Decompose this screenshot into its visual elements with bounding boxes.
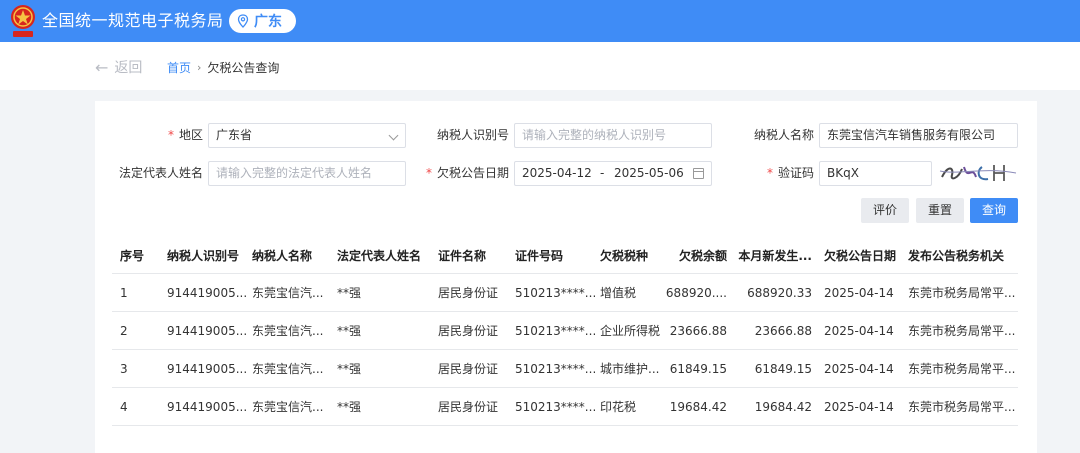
cell-cert-name: 居民身份证 bbox=[438, 324, 499, 338]
date-end[interactable]: 2025-05-06 bbox=[614, 162, 684, 185]
table-row[interactable]: 3 914419005... 东莞宝信汽... **强 居民身份证 510213… bbox=[112, 350, 1018, 388]
cell-new-this-month: 19684.42 bbox=[754, 399, 812, 414]
col-header-arrears-balance: 欠税余额 bbox=[678, 249, 727, 263]
col-header-notice-date: 欠税公告日期 bbox=[824, 249, 897, 263]
col-header-legal-rep: 法定代表人姓名 bbox=[337, 249, 422, 263]
cell-cert-name: 居民身份证 bbox=[438, 286, 499, 300]
taxpayer-id-label: 纳税人识别号 bbox=[436, 128, 509, 142]
col-header-cert-name: 证件名称 bbox=[438, 249, 487, 263]
legal-rep-label: 法定代表人姓名 bbox=[118, 166, 203, 180]
cell-new-this-month: 23666.88 bbox=[754, 323, 812, 338]
breadcrumb-current: 欠税公告查询 bbox=[207, 61, 280, 75]
cell-new-this-month: 688920.33 bbox=[747, 285, 812, 300]
back-button[interactable]: ← 返回 bbox=[95, 57, 142, 77]
cell-index: 2 bbox=[120, 323, 128, 338]
query-card: * 地区 广东省 纳税人识别号 请输入完整的纳税人识别号 纳税人名称 东莞宝信汽车… bbox=[95, 101, 1037, 453]
cell-taxpayer-id: 914419005... bbox=[167, 399, 247, 414]
cell-taxpayer-id: 914419005... bbox=[167, 285, 247, 300]
col-header-new-this-month: 本月新发生... bbox=[738, 249, 812, 263]
captcha-input[interactable]: BKqX bbox=[819, 161, 932, 186]
col-header-index: 序号 bbox=[120, 249, 145, 263]
date-start[interactable]: 2025-04-12 bbox=[522, 166, 592, 180]
taxpayer-id-input[interactable]: 请输入完整的纳税人识别号 bbox=[514, 123, 712, 148]
captcha-label: * 验证码 bbox=[766, 166, 814, 180]
col-header-taxpayer-name: 纳税人名称 bbox=[252, 249, 313, 263]
col-header-cert-number: 证件号码 bbox=[515, 249, 564, 263]
arrow-left-icon: ← bbox=[95, 57, 109, 77]
cell-tax-authority: 东莞市税务局常平... bbox=[908, 362, 1016, 376]
cell-notice-date: 2025-04-14 bbox=[824, 399, 894, 414]
taxpayer-name-label: 纳税人名称 bbox=[753, 128, 814, 142]
date-label: * 欠税公告日期 bbox=[425, 166, 509, 180]
cell-index: 4 bbox=[120, 399, 128, 414]
cell-taxpayer-name: 东莞宝信汽... bbox=[252, 286, 324, 300]
cell-legal-rep: **强 bbox=[337, 324, 362, 338]
back-label: 返回 bbox=[114, 60, 143, 76]
cell-taxpayer-name: 东莞宝信汽... bbox=[252, 324, 324, 338]
cell-index: 1 bbox=[120, 285, 128, 300]
cell-taxpayer-id: 914419005... bbox=[167, 323, 247, 338]
region-switcher[interactable]: 广东 bbox=[229, 9, 296, 33]
breadcrumb: 首页 › 欠税公告查询 bbox=[167, 59, 279, 76]
date-separator: - bbox=[600, 166, 605, 180]
chevron-right-icon: › bbox=[197, 61, 202, 74]
cell-taxpayer-name: 东莞宝信汽... bbox=[252, 400, 324, 414]
top-header: 全国统一规范电子税务局 广东 bbox=[0, 0, 1080, 42]
region-label: * 地区 bbox=[167, 128, 203, 142]
region-name: 广东 bbox=[254, 14, 282, 30]
breadcrumb-home-link[interactable]: 首页 bbox=[167, 59, 191, 76]
cell-cert-name: 居民身份证 bbox=[438, 400, 499, 414]
cell-arrears-balance: 688920.... bbox=[665, 285, 727, 300]
date-range-picker[interactable]: 2025-04-12 - 2025-05-06 bbox=[514, 161, 712, 186]
cell-arrears-balance: 23666.88 bbox=[669, 323, 727, 338]
cell-cert-number: 510213****... bbox=[515, 285, 595, 300]
cell-tax-authority: 东莞市税务局常平... bbox=[908, 286, 1016, 300]
reset-button[interactable]: 重置 bbox=[916, 198, 964, 223]
taxpayer-name-input[interactable]: 东莞宝信汽车销售服务有限公司 bbox=[819, 123, 1018, 148]
table-row[interactable]: 2 914419005... 东莞宝信汽... **强 居民身份证 510213… bbox=[112, 312, 1018, 350]
cell-arrears-balance: 61849.15 bbox=[669, 361, 727, 376]
cell-tax-authority: 东莞市税务局常平... bbox=[908, 324, 1016, 338]
site-title[interactable]: 全国统一规范电子税务局 bbox=[42, 0, 224, 42]
rate-button[interactable]: 评价 bbox=[861, 198, 909, 223]
col-header-taxpayer-id: 纳税人识别号 bbox=[167, 249, 240, 263]
cell-legal-rep: **强 bbox=[337, 362, 362, 376]
table-header-row: 序号 纳税人识别号 纳税人名称 法定代表人姓名 证件名称 证件号码 欠税税种 欠… bbox=[112, 238, 1018, 274]
cell-legal-rep: **强 bbox=[337, 400, 362, 414]
results-table: 序号 纳税人识别号 纳税人名称 法定代表人姓名 证件名称 证件号码 欠税税种 欠… bbox=[112, 238, 1018, 426]
cell-tax-authority: 东莞市税务局常平... bbox=[908, 400, 1016, 414]
cell-cert-name: 居民身份证 bbox=[438, 362, 499, 376]
breadcrumb-bar: ← 返回 首页 › 欠税公告查询 bbox=[0, 42, 1080, 90]
cell-legal-rep: **强 bbox=[337, 286, 362, 300]
location-pin-icon bbox=[237, 14, 249, 28]
captcha-image[interactable] bbox=[938, 161, 1019, 185]
cell-arrears-balance: 19684.42 bbox=[669, 399, 727, 414]
calendar-icon bbox=[693, 168, 704, 179]
region-select[interactable]: 广东省 bbox=[208, 123, 406, 148]
col-header-tax-authority: 发布公告税务机关 bbox=[908, 249, 1005, 263]
cell-notice-date: 2025-04-14 bbox=[824, 285, 894, 300]
cell-new-this-month: 61849.15 bbox=[754, 361, 812, 376]
cell-cert-number: 510213****... bbox=[515, 399, 595, 414]
cell-cert-number: 510213****... bbox=[515, 323, 595, 338]
cell-taxpayer-id: 914419005... bbox=[167, 361, 247, 376]
tax-emblem-icon bbox=[11, 5, 35, 37]
legal-rep-input[interactable]: 请输入完整的法定代表人姓名 bbox=[208, 161, 406, 186]
region-select-value: 广东省 bbox=[216, 128, 253, 142]
search-button[interactable]: 查询 bbox=[970, 198, 1018, 223]
table-row[interactable]: 4 914419005... 东莞宝信汽... **强 居民身份证 510213… bbox=[112, 388, 1018, 426]
cell-index: 3 bbox=[120, 361, 128, 376]
table-row[interactable]: 1 914419005... 东莞宝信汽... **强 居民身份证 510213… bbox=[112, 274, 1018, 312]
chevron-down-icon bbox=[388, 130, 399, 141]
cell-cert-number: 510213****... bbox=[515, 361, 595, 376]
cell-notice-date: 2025-04-14 bbox=[824, 323, 894, 338]
cell-taxpayer-name: 东莞宝信汽... bbox=[252, 362, 324, 376]
cell-notice-date: 2025-04-14 bbox=[824, 361, 894, 376]
